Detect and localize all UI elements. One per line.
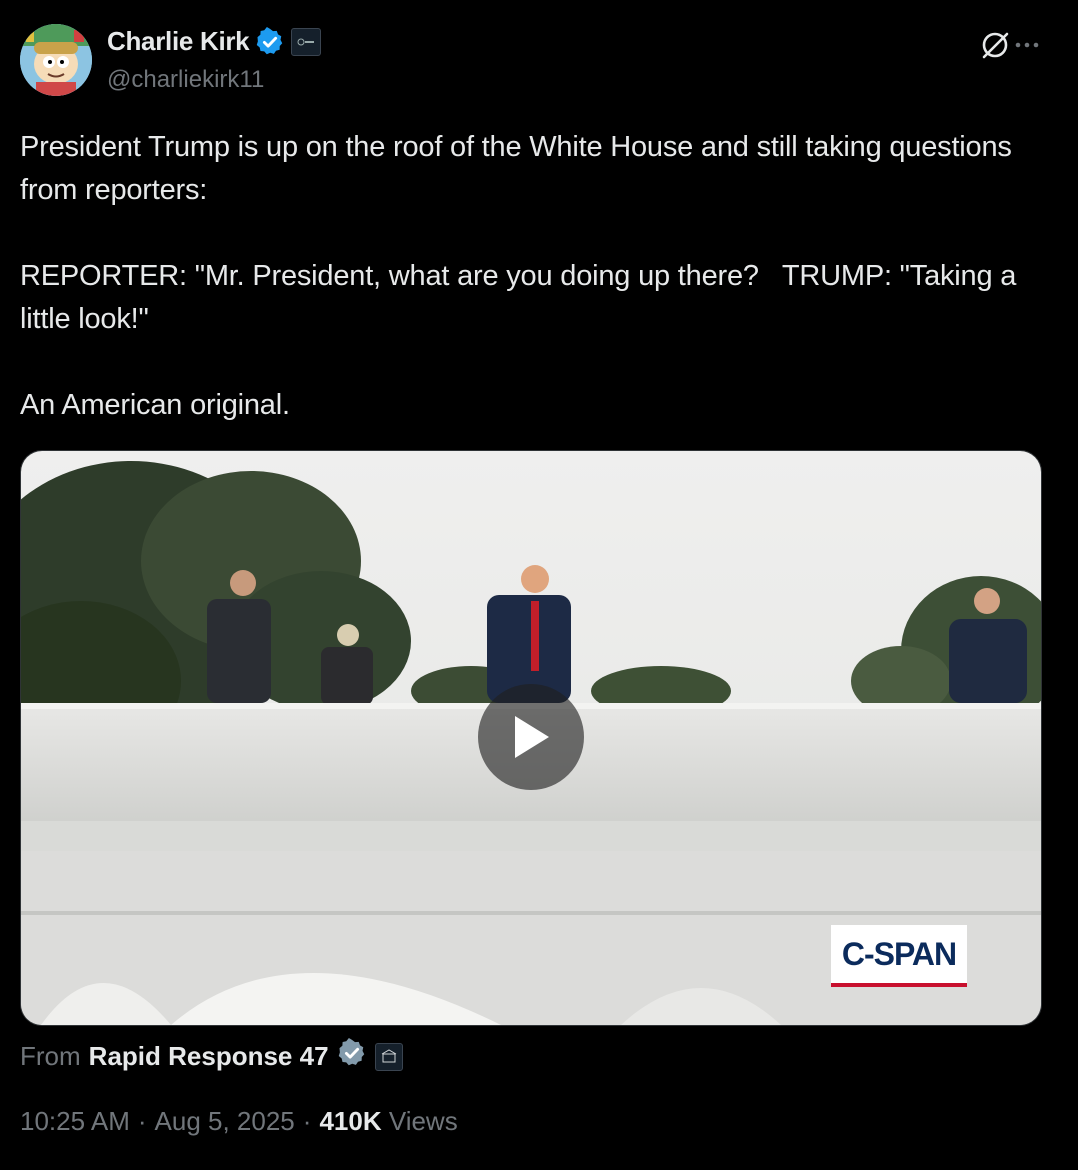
source-verified-badge-icon: [337, 1038, 367, 1075]
media-source-row: From Rapid Response 47: [20, 1038, 403, 1075]
views-label: Views: [388, 1106, 458, 1136]
avatar[interactable]: [20, 24, 92, 96]
tweet-date[interactable]: Aug 5, 2025: [155, 1106, 295, 1137]
author-name-row: Charlie Kirk: [107, 26, 322, 57]
meta-separator: ·: [302, 1106, 312, 1136]
cspan-watermark: C-SPAN: [831, 925, 967, 987]
verified-badge-icon: [255, 26, 285, 57]
more-icon[interactable]: [1012, 30, 1042, 60]
from-label: From: [20, 1041, 81, 1071]
tweet-header: Charlie Kirk @charliekirk11: [20, 24, 1060, 100]
views-count: 410K: [319, 1106, 382, 1136]
source-account-name[interactable]: Rapid Response 47: [89, 1041, 329, 1072]
meta-separator: ·: [137, 1106, 147, 1136]
author-display-name[interactable]: Charlie Kirk: [107, 26, 250, 57]
tweet-text: President Trump is up on the roof of the…: [20, 131, 1017, 421]
tweet-time[interactable]: 10:25 AM: [20, 1106, 130, 1137]
tweet-meta: 10:25 AM · Aug 5, 2025 · 410K Views: [20, 1106, 458, 1137]
play-icon: [515, 716, 549, 758]
author-handle[interactable]: @charliekirk11: [107, 66, 264, 94]
video-player[interactable]: C-SPAN: [20, 450, 1042, 1026]
grok-icon[interactable]: [978, 28, 1012, 62]
play-button[interactable]: [478, 684, 584, 790]
white-house-badge-icon[interactable]: [374, 1042, 403, 1071]
affiliation-badge-icon[interactable]: [291, 27, 322, 56]
views[interactable]: 410K Views: [319, 1106, 457, 1137]
